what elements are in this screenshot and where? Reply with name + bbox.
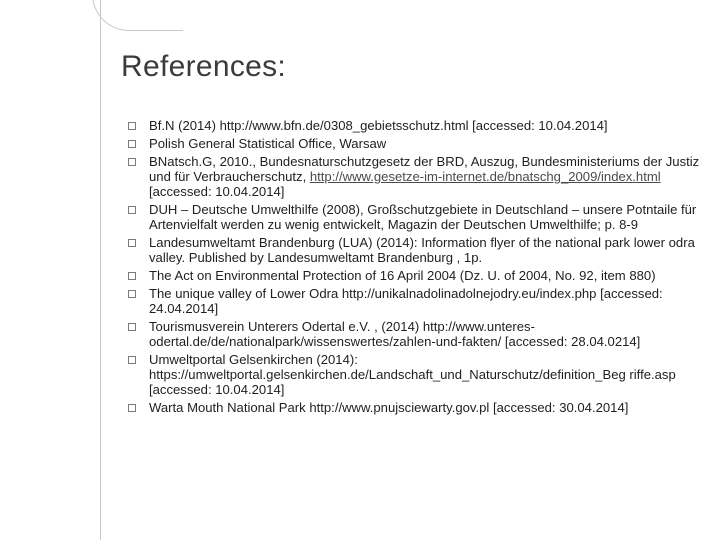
slide-title: References:	[121, 50, 287, 83]
bullet-icon	[128, 404, 136, 412]
bullet-icon	[128, 272, 136, 280]
decorative-vertical-line	[100, 0, 101, 540]
reference-text: Landesumweltamt Brandenburg (LUA) (2014)…	[149, 235, 695, 265]
reference-text: Umweltportal Gelsenkirchen (2014): https…	[149, 352, 676, 397]
reference-text: Tourismusverein Unterers Odertal e.V. , …	[149, 319, 641, 349]
reference-link[interactable]: http://www.gesetze-im-internet.de/bnatsc…	[310, 169, 661, 184]
bullet-icon	[128, 323, 136, 331]
bullet-icon	[128, 239, 136, 247]
bullet-icon	[128, 290, 136, 298]
reference-accessed: [accessed: 10.04.2014]	[149, 184, 285, 199]
reference-item: Umweltportal Gelsenkirchen (2014): https…	[128, 352, 700, 397]
reference-item: DUH – Deutsche Umwelthilfe (2008), Großs…	[128, 202, 700, 232]
reference-item: Warta Mouth National Park http://www.pnu…	[128, 400, 700, 415]
reference-item: The Act on Environmental Protection of 1…	[128, 268, 700, 283]
reference-item: The unique valley of Lower Odra http://u…	[128, 286, 700, 316]
reference-text: Polish General Statistical Office, Warsa…	[149, 136, 387, 151]
bullet-icon	[128, 356, 136, 364]
reference-item: Tourismusverein Unterers Odertal e.V. , …	[128, 319, 700, 349]
decorative-arc	[92, 0, 183, 31]
reference-text: Warta Mouth National Park http://www.pnu…	[149, 400, 629, 415]
references-list: Bf.N (2014) http://www.bfn.de/0308_gebie…	[128, 118, 700, 415]
reference-text: The Act on Environmental Protection of 1…	[149, 268, 656, 283]
bullet-icon	[128, 122, 136, 130]
reference-text: The unique valley of Lower Odra http://u…	[149, 286, 663, 316]
reference-text: DUH – Deutsche Umwelthilfe (2008), Großs…	[149, 202, 697, 232]
bullet-icon	[128, 158, 136, 166]
reference-item: BNatsch.G, 2010., Bundesnaturschutzgeset…	[128, 154, 700, 199]
bullet-icon	[128, 140, 136, 148]
reference-text: Bf.N (2014) http://www.bfn.de/0308_gebie…	[149, 118, 608, 133]
bullet-icon	[128, 206, 136, 214]
reference-item: Polish General Statistical Office, Warsa…	[128, 136, 700, 151]
reference-item: Landesumweltamt Brandenburg (LUA) (2014)…	[128, 235, 700, 265]
reference-item: Bf.N (2014) http://www.bfn.de/0308_gebie…	[128, 118, 700, 133]
